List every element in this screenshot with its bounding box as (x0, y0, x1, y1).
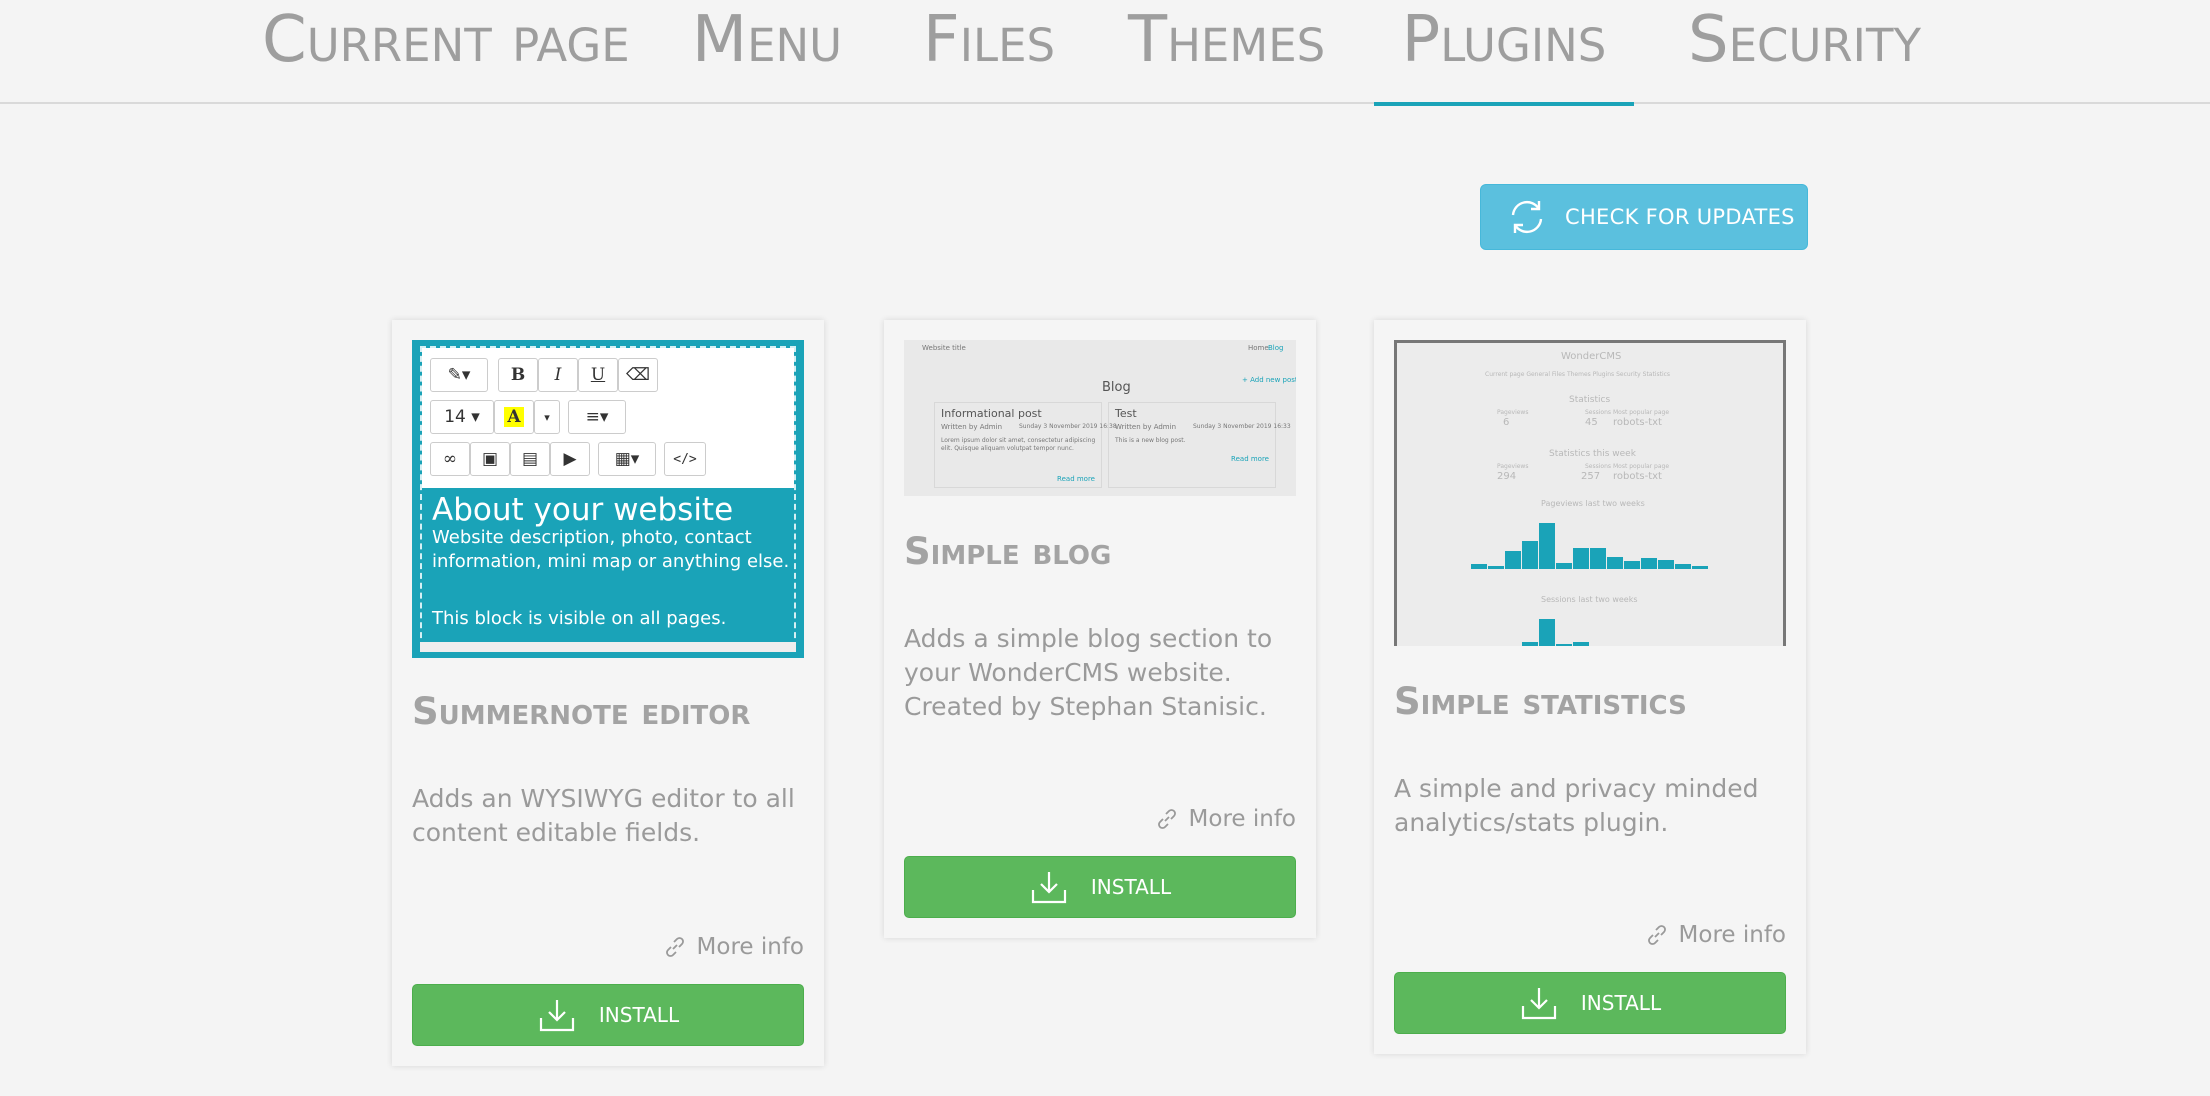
pageviews-bar (1607, 557, 1623, 569)
pageviews-bar (1539, 523, 1555, 569)
pageviews-bar (1488, 566, 1504, 569)
more-info-label: More info (1188, 806, 1296, 832)
link-icon (1647, 925, 1666, 945)
nav-tabs: Current page Menu Files Themes Plugins S… (0, 0, 2210, 106)
simple-blog-preview-image: Website title Home Blog Blog + Add new p… (904, 340, 1296, 496)
install-label: INSTALL (1090, 875, 1172, 899)
download-icon (539, 1000, 575, 1032)
tab-security[interactable]: Security (1688, 0, 1921, 104)
install-button[interactable]: INSTALL (1394, 972, 1786, 1034)
simple-statistics-preview-image: WonderCMS Current page General Files The… (1394, 340, 1786, 646)
plugin-description: A simple and privacy minded analytics/st… (1394, 774, 1759, 837)
pageviews-bar (1590, 548, 1606, 569)
plugin-card-summernote: ✎▾ B I U ⌫ 14 ▾ A ▾ ≡▾ ∞ ▣ ▤ ▶ ▦▾ </> Ab… (392, 320, 824, 1066)
refresh-icon (1511, 200, 1543, 234)
install-button[interactable]: INSTALL (412, 984, 804, 1046)
plugin-description: Adds a simple blog section to your Wonde… (904, 624, 1273, 721)
more-info-label: More info (1678, 922, 1786, 948)
preview-heading: About your website (432, 492, 734, 528)
tab-current-page[interactable]: Current page (262, 0, 630, 104)
install-label: INSTALL (1580, 991, 1662, 1015)
pageviews-bar (1573, 548, 1589, 569)
download-icon (1031, 872, 1067, 904)
tab-plugins[interactable]: Plugins (1374, 0, 1634, 106)
more-info-link[interactable]: More info (1645, 922, 1786, 948)
sessions-bar (1573, 642, 1589, 646)
tab-menu[interactable]: Menu (688, 0, 846, 104)
tab-themes[interactable]: Themes (1128, 0, 1325, 104)
pageviews-bar (1624, 561, 1640, 569)
pageviews-bar (1641, 558, 1657, 569)
pageviews-bar (1658, 560, 1674, 569)
check-for-updates-label: CHECK FOR UPDATES (1565, 205, 1795, 229)
tab-files[interactable]: Files (910, 0, 1068, 104)
plugin-title: Summernote editor (412, 690, 751, 733)
link-icon (665, 937, 684, 957)
plugin-description: Adds an WYSIWYG editor to all content ed… (412, 784, 795, 847)
plugin-card-simple-statistics: WonderCMS Current page General Files The… (1374, 320, 1806, 1054)
pageviews-bar (1692, 566, 1708, 569)
check-for-updates-button[interactable]: CHECK FOR UPDATES (1480, 184, 1808, 250)
more-info-link[interactable]: More info (1155, 806, 1296, 832)
preview-note: This block is visible on all pages. (432, 608, 727, 629)
plugin-card-simple-blog: Website title Home Blog Blog + Add new p… (884, 320, 1316, 938)
preview-paragraph: Website description, photo, contact info… (432, 527, 790, 572)
install-button[interactable]: INSTALL (904, 856, 1296, 918)
install-label: INSTALL (598, 1003, 680, 1027)
summernote-preview-image: ✎▾ B I U ⌫ 14 ▾ A ▾ ≡▾ ∞ ▣ ▤ ▶ ▦▾ </> Ab… (412, 340, 804, 658)
more-info-label: More info (696, 934, 804, 960)
plugin-title: Simple blog (904, 530, 1112, 573)
plugin-title: Simple statistics (1394, 680, 1687, 723)
pageviews-bar (1556, 563, 1572, 569)
download-icon (1521, 988, 1557, 1020)
sessions-bar (1522, 642, 1538, 646)
sessions-bar (1556, 644, 1572, 646)
more-info-link[interactable]: More info (663, 934, 804, 960)
pageviews-bar (1505, 551, 1521, 569)
pageviews-bar (1675, 564, 1691, 569)
pageviews-bar (1471, 564, 1487, 569)
link-icon (1157, 809, 1176, 829)
sessions-bar (1539, 619, 1555, 646)
pageviews-bar (1522, 541, 1538, 569)
